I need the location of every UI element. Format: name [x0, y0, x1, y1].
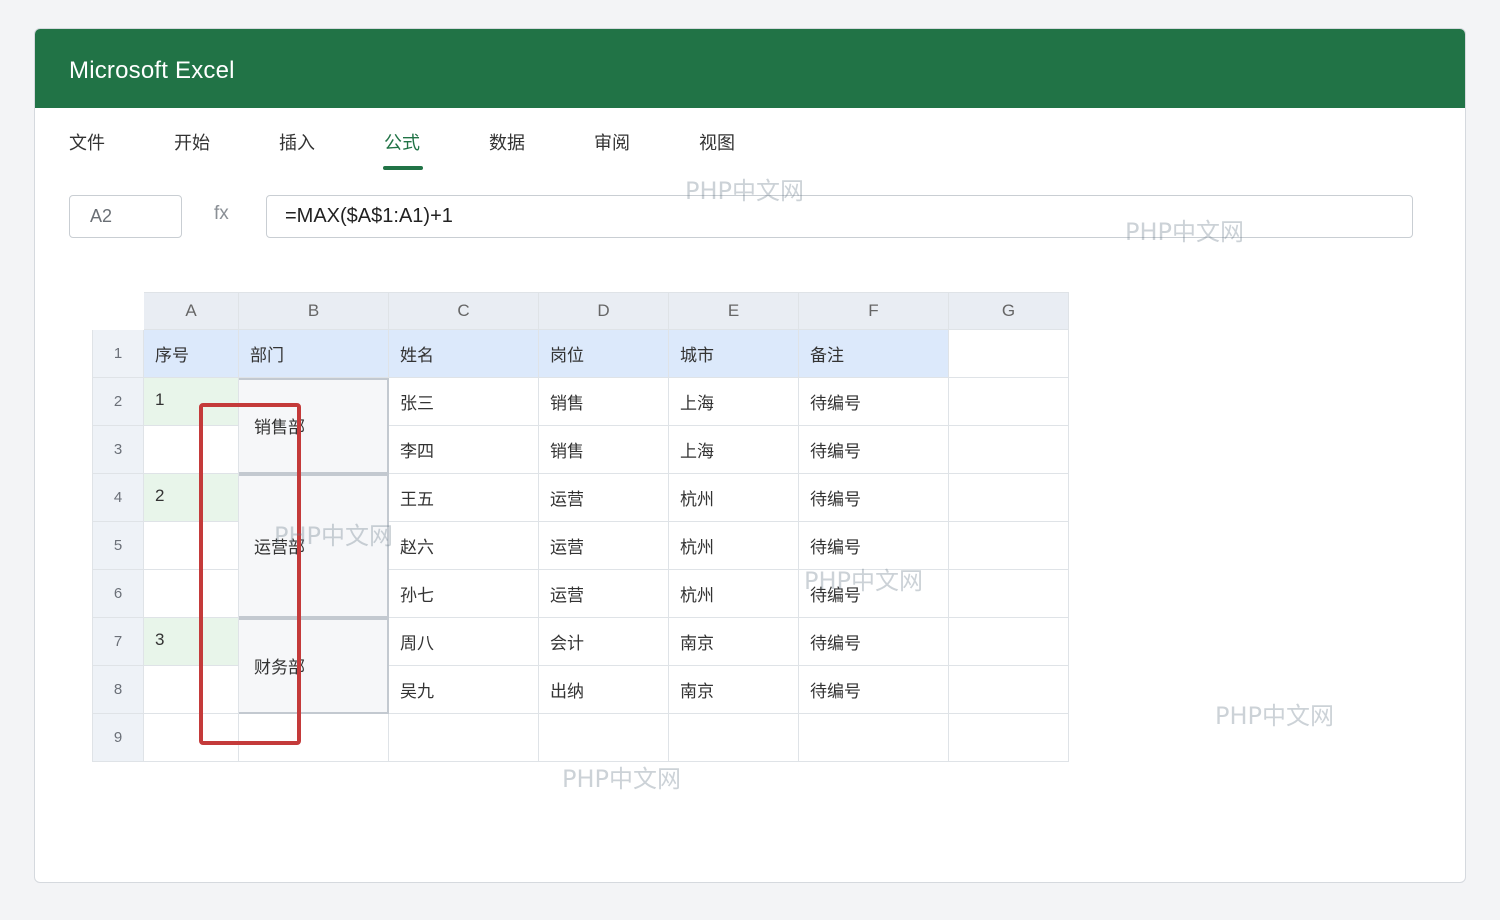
empty-cell[interactable]	[144, 714, 239, 762]
serial-cell[interactable]: 3	[144, 618, 239, 666]
serial-cell[interactable]	[144, 522, 239, 570]
column-header-g[interactable]: G	[949, 292, 1069, 330]
row-header-4[interactable]: 4	[92, 474, 144, 522]
column-header-b[interactable]: B	[239, 292, 389, 330]
spreadsheet-grid: A B C D E F G 1 2 3 4 5 6 7 8 9 序号 部门 姓名 岗位 城市 备注 1 2 3 销售部 运营部 财务部…	[92, 292, 1070, 763]
column-header-a[interactable]: A	[144, 292, 239, 330]
serial-cell[interactable]: 2	[144, 474, 239, 522]
header-cell[interactable]	[949, 330, 1069, 378]
empty-cell[interactable]	[669, 714, 799, 762]
data-cell[interactable]: 待编号	[799, 618, 949, 666]
data-cell[interactable]: 李四	[389, 426, 539, 474]
data-cell[interactable]: 杭州	[669, 570, 799, 618]
header-cell[interactable]: 岗位	[539, 330, 669, 378]
empty-cell[interactable]	[949, 522, 1069, 570]
data-cell[interactable]: 南京	[669, 618, 799, 666]
data-cell[interactable]: 待编号	[799, 522, 949, 570]
name-box[interactable]: A2	[69, 195, 182, 238]
row-header-1[interactable]: 1	[92, 330, 144, 378]
empty-cell[interactable]	[389, 714, 539, 762]
data-cell[interactable]: 赵六	[389, 522, 539, 570]
tab-view[interactable]: 视图	[699, 131, 735, 157]
data-cell[interactable]: 待编号	[799, 666, 949, 714]
serial-cell[interactable]: 1	[144, 378, 239, 426]
row-header-2[interactable]: 2	[92, 378, 144, 426]
data-cell[interactable]: 杭州	[669, 474, 799, 522]
data-cell[interactable]: 销售	[539, 426, 669, 474]
data-cell[interactable]: 待编号	[799, 378, 949, 426]
data-cell[interactable]: 运营	[539, 570, 669, 618]
app-title: Microsoft Excel	[69, 57, 235, 84]
row-header-8[interactable]: 8	[92, 666, 144, 714]
header-cell[interactable]: 序号	[144, 330, 239, 378]
tab-formulas[interactable]: 公式	[384, 131, 420, 157]
data-cell[interactable]: 出纳	[539, 666, 669, 714]
empty-cell[interactable]	[799, 714, 949, 762]
column-header-f[interactable]: F	[799, 292, 949, 330]
data-cell[interactable]: 待编号	[799, 570, 949, 618]
empty-cell[interactable]	[949, 426, 1069, 474]
row-header-6[interactable]: 6	[92, 570, 144, 618]
data-cell[interactable]: 上海	[669, 426, 799, 474]
data-cell[interactable]: 待编号	[799, 474, 949, 522]
active-tab-indicator	[383, 166, 423, 170]
tab-file[interactable]: 文件	[69, 131, 105, 157]
serial-cell[interactable]	[144, 666, 239, 714]
tab-review[interactable]: 审阅	[594, 131, 630, 157]
column-header-e[interactable]: E	[669, 292, 799, 330]
column-header-c[interactable]: C	[389, 292, 539, 330]
empty-cell[interactable]	[949, 378, 1069, 426]
empty-cell[interactable]	[239, 714, 389, 762]
data-cell[interactable]: 南京	[669, 666, 799, 714]
empty-cell[interactable]	[949, 714, 1069, 762]
row-header-7[interactable]: 7	[92, 618, 144, 666]
data-cell[interactable]: 杭州	[669, 522, 799, 570]
data-cell[interactable]: 运营	[539, 522, 669, 570]
data-cell[interactable]: 会计	[539, 618, 669, 666]
header-cell[interactable]: 部门	[239, 330, 389, 378]
merged-department-cell[interactable]: 运营部	[239, 474, 389, 618]
data-cell[interactable]: 周八	[389, 618, 539, 666]
data-cell[interactable]: 孙七	[389, 570, 539, 618]
data-cell[interactable]: 运营	[539, 474, 669, 522]
tab-data[interactable]: 数据	[489, 131, 525, 157]
data-cell[interactable]: 王五	[389, 474, 539, 522]
data-cell[interactable]: 吴九	[389, 666, 539, 714]
column-header-d[interactable]: D	[539, 292, 669, 330]
data-cell[interactable]: 张三	[389, 378, 539, 426]
header-cell[interactable]: 备注	[799, 330, 949, 378]
row-header-5[interactable]: 5	[92, 522, 144, 570]
empty-cell[interactable]	[949, 570, 1069, 618]
title-bar: Microsoft Excel	[35, 29, 1465, 108]
merged-department-cell[interactable]: 财务部	[239, 618, 389, 714]
excel-window: Microsoft Excel 文件 开始 插入 公式 数据 审阅 视图 A2 …	[34, 28, 1466, 883]
data-cell[interactable]: 销售	[539, 378, 669, 426]
empty-cell[interactable]	[539, 714, 669, 762]
tab-insert[interactable]: 插入	[279, 131, 315, 157]
header-cell[interactable]: 城市	[669, 330, 799, 378]
row-header-3[interactable]: 3	[92, 426, 144, 474]
merged-department-cell[interactable]: 销售部	[239, 378, 389, 474]
data-cell[interactable]: 上海	[669, 378, 799, 426]
formula-input[interactable]: =MAX($A$1:A1)+1	[266, 195, 1413, 238]
header-cell[interactable]: 姓名	[389, 330, 539, 378]
fx-icon: fx	[214, 203, 229, 224]
row-header-9[interactable]: 9	[92, 714, 144, 762]
serial-cell[interactable]	[144, 570, 239, 618]
empty-cell[interactable]	[949, 618, 1069, 666]
watermark: PHP中文网	[1215, 702, 1334, 730]
watermark: PHP中文网	[562, 765, 681, 793]
ribbon-tabs: 文件 开始 插入 公式 数据 审阅 视图	[35, 108, 1465, 178]
tab-home[interactable]: 开始	[174, 131, 210, 157]
data-cell[interactable]: 待编号	[799, 426, 949, 474]
serial-cell[interactable]	[144, 426, 239, 474]
empty-cell[interactable]	[949, 474, 1069, 522]
empty-cell[interactable]	[949, 666, 1069, 714]
